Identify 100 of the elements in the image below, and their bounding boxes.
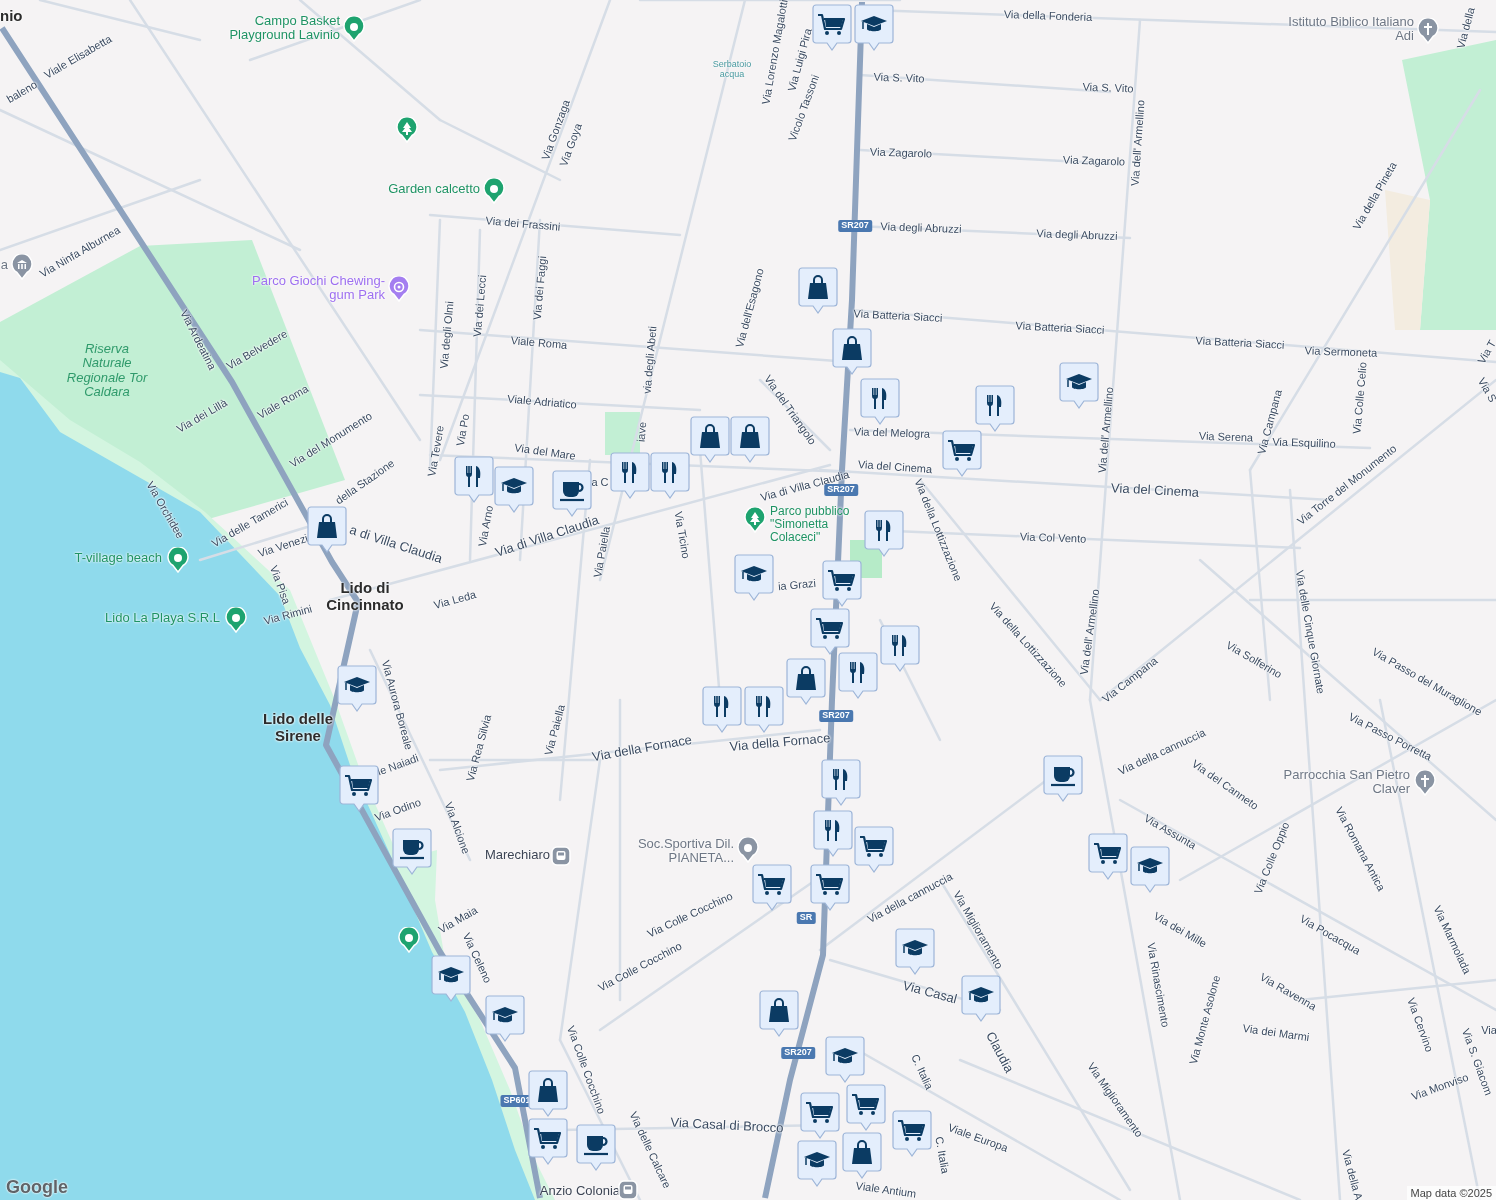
bus-stop-icon[interactable] <box>617 1179 639 1200</box>
street-label: Via Batteria Siacci <box>853 308 943 324</box>
street-label: Via degli Olmi <box>438 300 456 370</box>
cutlery-marker[interactable] <box>610 452 650 500</box>
museum-pin-icon[interactable] <box>11 254 33 280</box>
shopping-bag-marker[interactable] <box>786 658 826 706</box>
graduation-cap-marker[interactable] <box>1059 362 1099 410</box>
shopping-bag-marker[interactable] <box>528 1070 568 1118</box>
cutlery-marker[interactable] <box>975 385 1015 433</box>
street-label: ia Grazi <box>777 577 817 593</box>
shopping-cart-marker[interactable] <box>810 864 850 912</box>
place-label: Parrocchia San Pietro Claver <box>1282 768 1410 797</box>
map-attribution[interactable]: Map data ©2025 <box>1406 1186 1496 1200</box>
place-label: Parco Giochi Chewing-gum Park <box>251 274 385 303</box>
graduation-cap-marker[interactable] <box>494 466 534 514</box>
shopping-cart-marker[interactable] <box>752 864 792 912</box>
street-label: Via Zagarolo <box>1062 154 1126 168</box>
street-label: Via della Fonderia <box>1003 8 1093 24</box>
street-label: Via Rea Silvia <box>464 713 494 783</box>
coffee-cup-marker[interactable] <box>552 470 592 518</box>
graduation-cap-marker[interactable] <box>895 928 935 976</box>
graduation-cap-marker[interactable] <box>825 1036 865 1084</box>
cutlery-marker[interactable] <box>702 686 742 734</box>
shopping-cart-marker[interactable] <box>822 560 862 608</box>
shopping-bag-marker[interactable] <box>798 267 838 315</box>
route-shield: SR207 <box>838 220 872 232</box>
shopping-bag-marker[interactable] <box>759 990 799 1038</box>
tree-pin-icon[interactable] <box>396 117 418 143</box>
coffee-cup-marker[interactable] <box>1043 755 1083 803</box>
place-label: Campo Basket Playground Lavinio <box>228 14 340 43</box>
street-label: Via Arno <box>477 504 495 548</box>
street-label: Via <box>1481 1024 1496 1036</box>
street-label: Via dei Lillà <box>174 397 230 435</box>
street-label: Via delle Cinque Giornate <box>1293 569 1327 695</box>
graduation-cap-marker[interactable] <box>854 4 894 52</box>
place-label: Serbatoio acqua <box>711 60 753 80</box>
shopping-cart-marker[interactable] <box>892 1110 932 1158</box>
shopping-bag-marker[interactable] <box>832 328 872 376</box>
street-label: a C <box>591 476 609 488</box>
shopping-cart-marker[interactable] <box>854 826 894 874</box>
graduation-cap-marker[interactable] <box>337 665 377 713</box>
cutlery-marker[interactable] <box>650 452 690 500</box>
cross-pin-icon[interactable] <box>1414 770 1436 796</box>
graduation-cap-marker[interactable] <box>485 995 525 1043</box>
street-label: Via Paiella <box>543 703 567 757</box>
street-label: Via Batteria Siacci <box>1195 335 1285 351</box>
route-shield: SR207 <box>819 710 853 722</box>
street-label: Viale Antium <box>855 1180 917 1200</box>
shopping-cart-marker[interactable] <box>942 430 982 478</box>
street-label: Via dell' Armellino <box>1096 386 1116 474</box>
street-label: C. Italia <box>909 1052 935 1092</box>
cutlery-marker[interactable] <box>813 810 853 858</box>
location-pin-icon[interactable] <box>483 178 505 204</box>
cutlery-marker[interactable] <box>454 456 494 504</box>
tree-pin-icon[interactable] <box>744 507 766 533</box>
street-label: Via Zagarolo <box>869 146 933 160</box>
street-label: Via Po <box>454 413 472 447</box>
street-label: Via Cervino <box>1405 996 1435 1054</box>
shopping-cart-marker[interactable] <box>528 1118 568 1166</box>
shopping-bag-marker[interactable] <box>690 416 730 464</box>
street-label: Via Serena <box>1198 430 1254 444</box>
location-pin-icon[interactable] <box>225 607 247 633</box>
street-label: Via Ticino <box>672 510 692 560</box>
shopping-cart-marker[interactable] <box>810 608 850 656</box>
cutlery-marker[interactable] <box>744 686 784 734</box>
shopping-cart-marker[interactable] <box>846 1084 886 1132</box>
street-label: Via dell' Armellino <box>1078 588 1102 676</box>
cutlery-marker[interactable] <box>838 652 878 700</box>
street-label: Via Tevere <box>426 424 446 478</box>
location-pin-icon[interactable] <box>398 927 420 953</box>
playground-pin-icon[interactable] <box>388 276 410 302</box>
map-logo[interactable]: Google <box>6 1177 68 1198</box>
route-shield: SR207 <box>781 1047 815 1059</box>
street-label: Via Casal di Brocco <box>670 1115 784 1135</box>
area-label: Riserva Naturale Regionale Tor Caldara <box>65 342 149 400</box>
street-label: Via Colle Oppio <box>1252 820 1292 896</box>
shopping-cart-marker[interactable] <box>800 1092 840 1140</box>
cutlery-marker[interactable] <box>821 759 861 807</box>
street-label: Via Col Vento <box>1019 531 1087 545</box>
shopping-cart-marker[interactable] <box>1088 833 1128 881</box>
cutlery-marker[interactable] <box>860 378 900 426</box>
cutlery-marker[interactable] <box>880 625 920 673</box>
graduation-cap-marker[interactable] <box>797 1140 837 1188</box>
place-label: Istituto Biblico Italiano Adi <box>1287 15 1414 44</box>
location-pin-icon[interactable] <box>343 16 365 42</box>
shopping-cart-marker[interactable] <box>812 4 852 52</box>
location-pin-icon[interactable] <box>737 837 759 863</box>
shopping-bag-marker[interactable] <box>730 416 770 464</box>
street-label: Via dei Lecci <box>471 274 489 338</box>
shopping-bag-marker[interactable] <box>307 506 347 554</box>
cross-pin-icon[interactable] <box>1417 18 1439 44</box>
shopping-bag-marker[interactable] <box>842 1132 882 1180</box>
graduation-cap-marker[interactable] <box>961 975 1001 1023</box>
place-label: Soc.Sportiva Dil. PIANETA... <box>636 837 734 866</box>
street-label: Via della A <box>1340 1148 1364 1200</box>
cutlery-marker[interactable] <box>864 510 904 558</box>
location-pin-icon[interactable] <box>167 547 189 573</box>
graduation-cap-marker[interactable] <box>734 554 774 602</box>
coffee-cup-marker[interactable] <box>576 1124 616 1172</box>
street-label: le Naiadi <box>376 752 420 778</box>
